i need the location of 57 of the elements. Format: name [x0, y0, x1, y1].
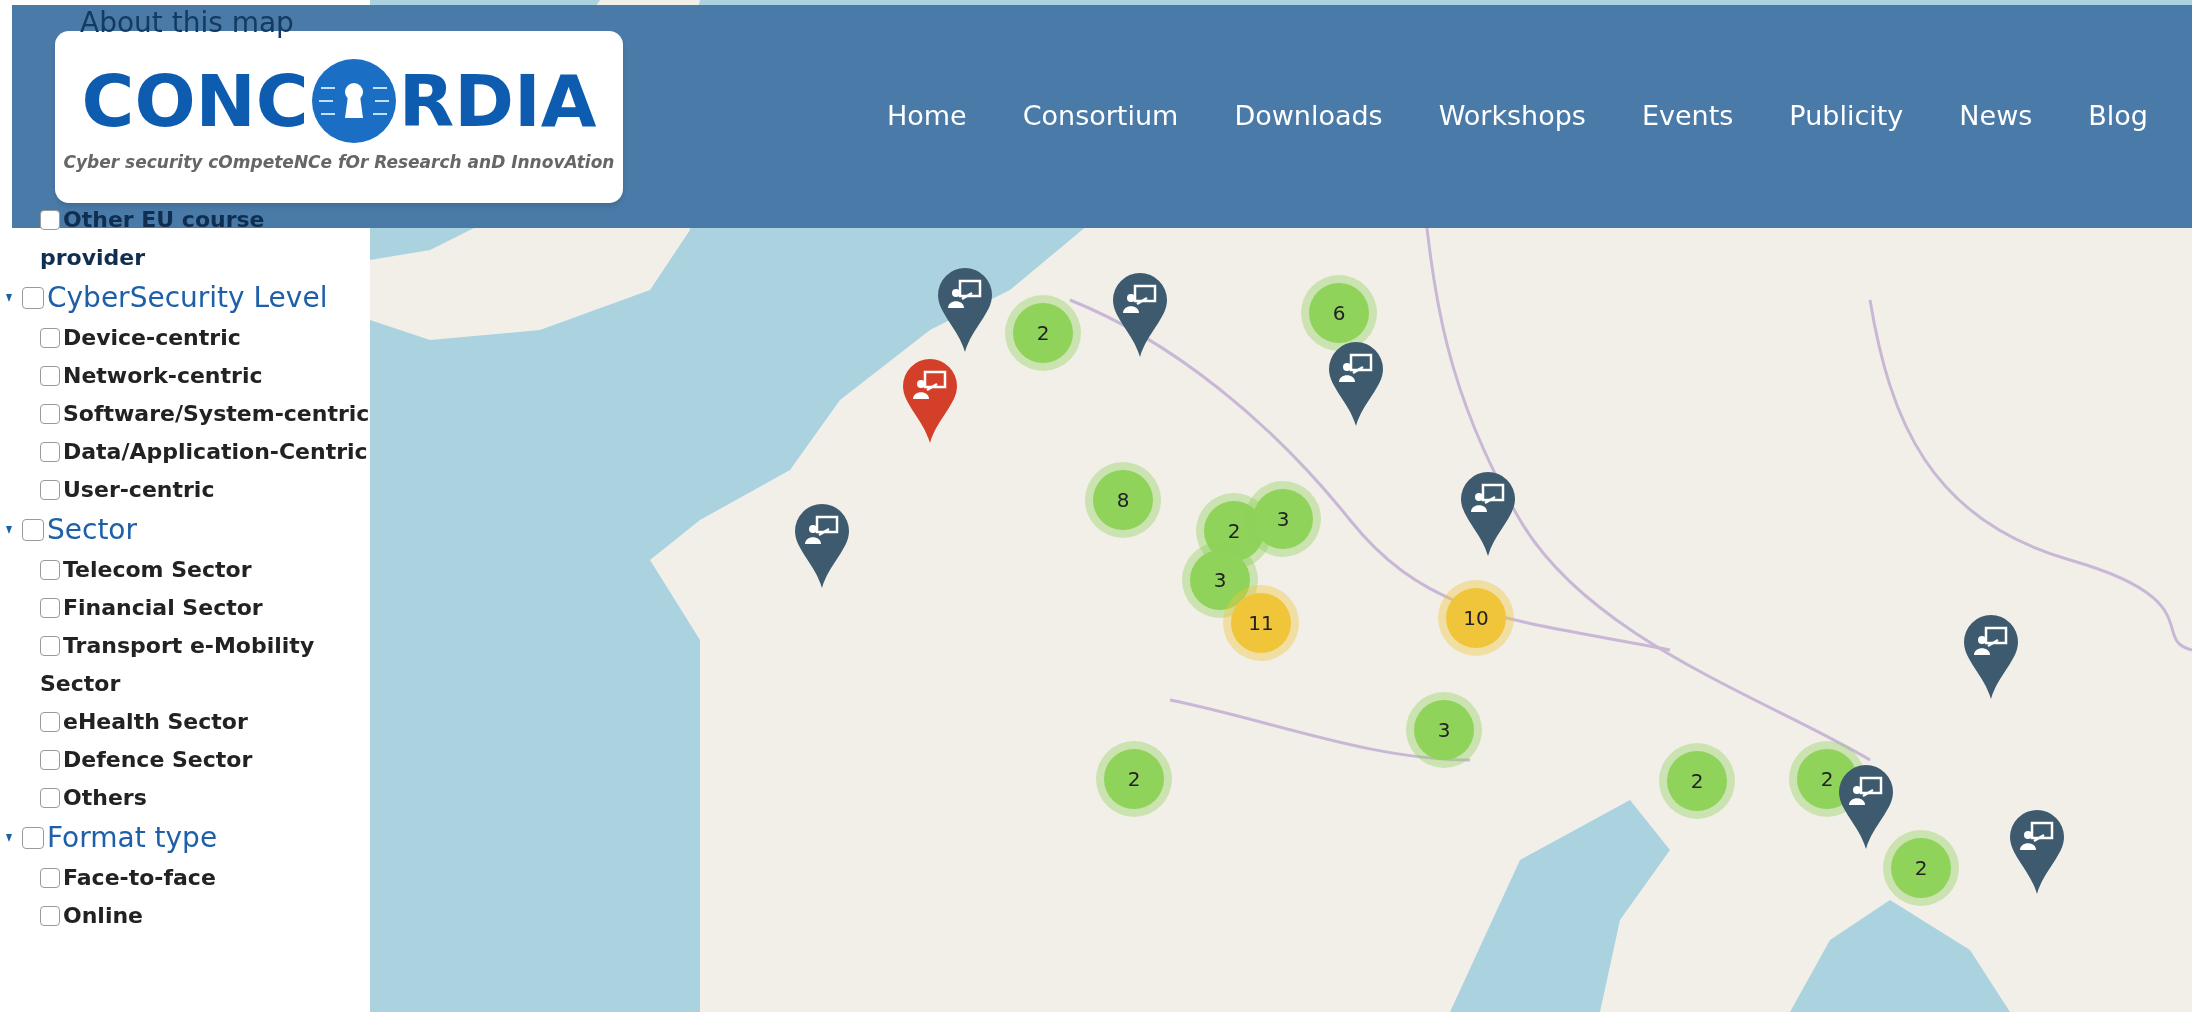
map-pin[interactable]: [903, 359, 957, 443]
checkbox[interactable]: [22, 287, 44, 309]
filter-option[interactable]: Other EU course provider: [40, 201, 370, 277]
checkbox[interactable]: [22, 519, 44, 541]
globe-keyhole-icon: [310, 57, 397, 144]
nav-link[interactable]: Publicity: [1789, 96, 1904, 137]
checkbox[interactable]: [40, 210, 60, 230]
checkbox[interactable]: [40, 636, 60, 656]
filter-group-title[interactable]: Sector: [47, 509, 137, 551]
map-pin[interactable]: [1113, 273, 1167, 357]
nav-link[interactable]: Events: [1641, 96, 1734, 137]
map-pin[interactable]: [1839, 765, 1893, 849]
filter-group-title[interactable]: CyberSecurity Level: [47, 277, 328, 319]
checkbox[interactable]: [40, 788, 60, 808]
checkbox[interactable]: [40, 712, 60, 732]
caret-icon[interactable]: [6, 294, 12, 302]
map-pin[interactable]: [1964, 615, 2018, 699]
filter-option[interactable]: Online: [40, 897, 370, 935]
nav-link[interactable]: News: [1959, 96, 2033, 137]
checkbox[interactable]: [22, 827, 44, 849]
map-pin[interactable]: [1461, 472, 1515, 556]
filter-option[interactable]: Financial Sector: [40, 589, 370, 627]
checkbox[interactable]: [40, 560, 60, 580]
caret-icon[interactable]: [6, 526, 12, 534]
checkbox[interactable]: [40, 750, 60, 770]
checkbox[interactable]: [40, 328, 60, 348]
map-pin[interactable]: [2010, 810, 2064, 894]
nav-link[interactable]: Consortium: [1022, 96, 1179, 137]
nav-link[interactable]: Blog: [2088, 96, 2148, 137]
filter-option[interactable]: Others: [40, 779, 370, 817]
checkbox[interactable]: [40, 868, 60, 888]
logo-text: CONC: [81, 64, 309, 137]
map-pin[interactable]: [795, 504, 849, 588]
checkbox[interactable]: [40, 366, 60, 386]
filter-option[interactable]: Network-centric: [40, 357, 370, 395]
nav-link[interactable]: Home: [886, 96, 967, 137]
logo-tagline: Cyber security cOmpeteNCe fOr Research anD InnovAtion: [63, 150, 615, 174]
checkbox[interactable]: [40, 442, 60, 462]
checkbox[interactable]: [40, 404, 60, 424]
caret-icon[interactable]: [6, 834, 12, 842]
checkbox[interactable]: [40, 906, 60, 926]
checkbox[interactable]: [40, 480, 60, 500]
map-pin[interactable]: [938, 268, 992, 352]
filter-option[interactable]: User-centric: [40, 471, 370, 509]
filter-option[interactable]: Telecom Sector: [40, 551, 370, 589]
filter-group-title[interactable]: Format type: [47, 817, 218, 859]
filter-option[interactable]: Data/Application-Centric: [40, 433, 370, 471]
filter-option[interactable]: eHealth Sector: [40, 703, 370, 741]
filter-option[interactable]: Software/System-centric: [40, 395, 370, 433]
filter-option[interactable]: Defence Sector: [40, 741, 370, 779]
checkbox[interactable]: [40, 598, 60, 618]
map-pin[interactable]: [1329, 342, 1383, 426]
nav-link[interactable]: Downloads: [1234, 96, 1383, 137]
filter-option[interactable]: Device-centric: [40, 319, 370, 357]
filter-option[interactable]: Face-to-face: [40, 859, 370, 897]
logo-text: RDIA: [398, 64, 597, 137]
nav-link[interactable]: Workshops: [1438, 96, 1586, 137]
